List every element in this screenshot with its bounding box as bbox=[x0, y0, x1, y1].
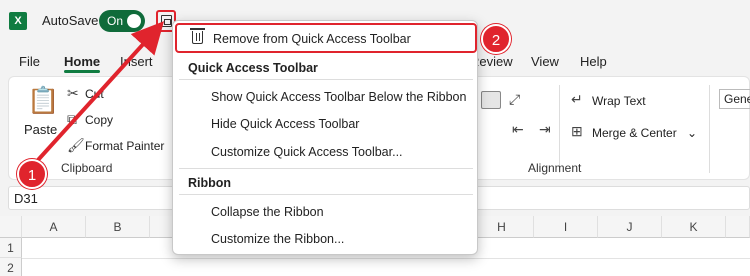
step-badge-2: 2 bbox=[481, 24, 511, 54]
menu-heading-qat: Quick Access Toolbar bbox=[188, 61, 318, 75]
qat-context-menu: Remove from Quick Access Toolbar Quick A… bbox=[172, 20, 478, 255]
trash-icon bbox=[190, 28, 205, 44]
step-badge-1: 1 bbox=[17, 159, 47, 189]
menu-item-hide-qat[interactable]: Hide Quick Access Toolbar bbox=[211, 117, 359, 131]
menu-item-remove-from-qat[interactable]: Remove from Quick Access Toolbar bbox=[175, 23, 477, 53]
menu-item-show-qat-below[interactable]: Show Quick Access Toolbar Below the Ribb… bbox=[211, 90, 466, 104]
menu-heading-ribbon: Ribbon bbox=[188, 176, 232, 190]
menu-item-customize-ribbon[interactable]: Customize the Ribbon... bbox=[211, 232, 344, 246]
menu-item-collapse-ribbon[interactable]: Collapse the Ribbon bbox=[211, 205, 324, 219]
menu-separator bbox=[179, 79, 473, 80]
menu-item-customize-qat[interactable]: Customize Quick Access Toolbar... bbox=[211, 145, 403, 159]
menu-item-label: Remove from Quick Access Toolbar bbox=[213, 32, 411, 46]
menu-separator bbox=[179, 194, 473, 195]
menu-separator bbox=[179, 168, 473, 169]
